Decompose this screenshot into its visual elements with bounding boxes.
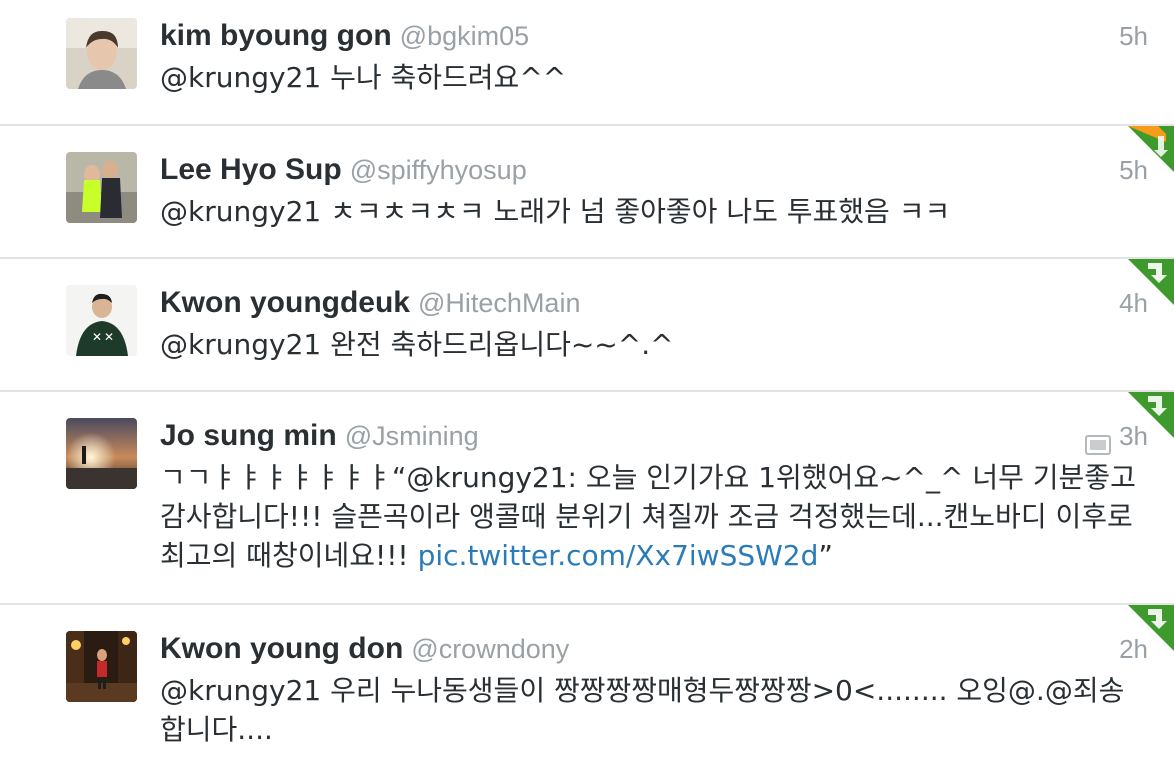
- retweeted-corner-icon: [1128, 605, 1174, 651]
- tweet-text: @krungy21 ㅊㅋㅊㅋㅊㅋ 노래가 넘 좋아좋아 나도 투표했음 ㅋㅋ: [160, 195, 951, 228]
- user-fullname[interactable]: Lee Hyo Sup: [160, 153, 342, 186]
- tweet-item[interactable]: Lee Hyo Sup @spiffyhyosup 5h @krungy21 ㅊㅋ…: [0, 126, 1174, 259]
- retweeted-corner-icon: [1128, 259, 1174, 305]
- tweet-text: @krungy21 우리 누나동생들이 짱짱짱짱매형두짱짱짱>0<.......…: [160, 674, 1125, 746]
- user-handle[interactable]: @spiffyhyosup: [350, 155, 527, 185]
- avatar[interactable]: ✕ ✕: [66, 285, 137, 356]
- avatar[interactable]: [66, 152, 137, 223]
- tweet-text: @krungy21 완전 축하드리옵니다~~^.^: [160, 328, 674, 361]
- user-fullname[interactable]: kim byoung gon: [160, 19, 392, 52]
- avatar[interactable]: [66, 418, 137, 489]
- svg-text:✕: ✕: [104, 330, 114, 344]
- tweet-item[interactable]: kim byoung gon @bgkim05 5h @krungy21 누나 축…: [0, 0, 1174, 126]
- timeline: kim byoung gon @bgkim05 5h @krungy21 누나 축…: [0, 0, 1174, 770]
- user-handle[interactable]: @crowndony: [411, 634, 569, 664]
- tweet-link[interactable]: pic.twitter.com/Xx7iwSSW2d: [418, 539, 819, 572]
- user-handle[interactable]: @HitechMain: [418, 288, 580, 318]
- tweet-text: @krungy21 누나 축하드려요^^: [160, 61, 567, 94]
- favorited-retweeted-corner-icon: [1128, 126, 1174, 172]
- user-handle[interactable]: @Jsmining: [345, 421, 479, 451]
- timestamp-label: 5h: [1119, 21, 1148, 51]
- user-fullname[interactable]: Jo sung min: [160, 419, 337, 452]
- tweet-text: ㄱㄱㅑㅑㅑㅑㅑㅑㅑ“@krungy21: 오늘 인기가요 1위했어요~^_^ 너…: [160, 458, 1140, 575]
- tweet-header: Jo sung min @Jsmining: [160, 416, 479, 456]
- user-fullname[interactable]: Kwon youngdeuk: [160, 286, 410, 319]
- tweet-timestamp[interactable]: 5h: [1119, 16, 1148, 56]
- avatar[interactable]: [66, 18, 137, 89]
- tweet-text-tail: ”: [818, 539, 833, 572]
- tweet-header: Kwon young don @crowndony: [160, 629, 569, 669]
- tweet-header: Kwon youngdeuk @HitechMain: [160, 283, 580, 323]
- tweet-header: kim byoung gon @bgkim05: [160, 16, 529, 56]
- tweet-header: Lee Hyo Sup @spiffyhyosup: [160, 150, 527, 190]
- tweet-item[interactable]: Kwon young don @crowndony 2h @krungy21 우리…: [0, 605, 1174, 770]
- avatar[interactable]: [66, 631, 137, 702]
- tweet-item[interactable]: ✕ ✕ Kwon youngdeuk @HitechMain 4h @krungy…: [0, 259, 1174, 392]
- svg-text:✕: ✕: [92, 330, 102, 344]
- user-handle[interactable]: @bgkim05: [400, 21, 529, 51]
- tweet-item[interactable]: Jo sung min @Jsmining 3h ㄱㄱㅑㅑㅑㅑㅑㅑㅑ“@krung…: [0, 392, 1174, 605]
- photo-icon: [1085, 426, 1112, 456]
- retweeted-corner-icon: [1128, 392, 1174, 438]
- user-fullname[interactable]: Kwon young don: [160, 632, 403, 665]
